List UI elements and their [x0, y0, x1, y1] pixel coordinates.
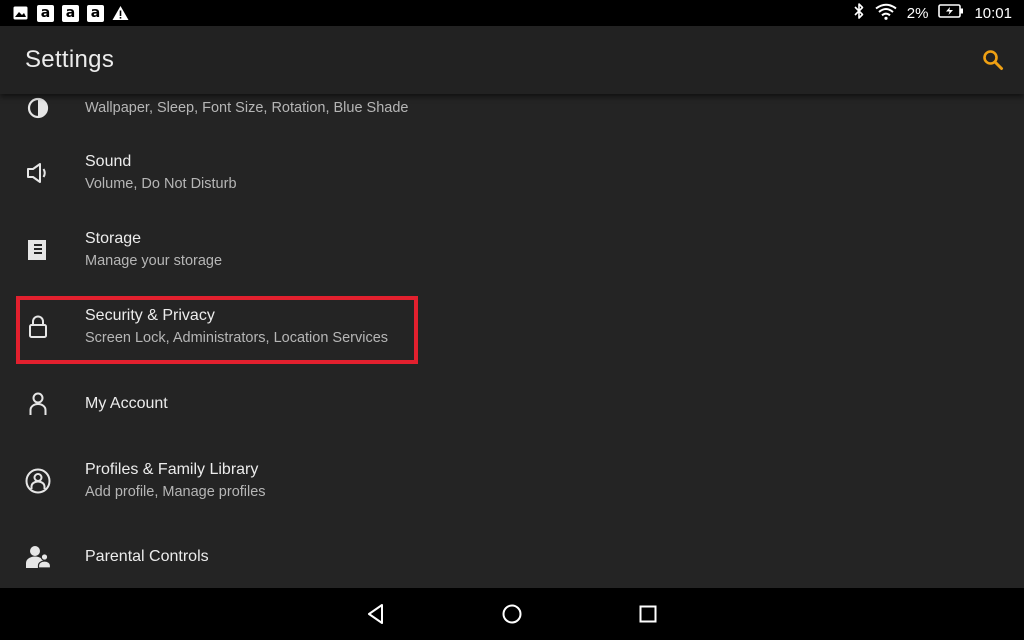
settings-item-title: Profiles & Family Library [85, 461, 259, 478]
settings-item-subtitle: Add profile, Manage profiles [85, 484, 266, 500]
battery-percent: 2% [906, 4, 929, 22]
settings-item-title: Storage [85, 230, 142, 247]
system-status: 2% 10:01 [853, 2, 1012, 24]
settings-item-sound[interactable]: Sound Volume, Do Not Disturb [0, 135, 1024, 211]
page-title: Settings [25, 46, 115, 73]
home-button[interactable] [499, 601, 525, 627]
amazon-icon: a [62, 4, 79, 22]
app-bar: Settings [0, 26, 1024, 94]
settings-item-subtitle: Screen Lock, Administrators, Location Se… [85, 330, 389, 346]
status-bar: a a a 2% 10:01 [0, 0, 1024, 26]
amazon-icon: a [87, 4, 104, 22]
settings-item-subtitle: Wallpaper, Sleep, Font Size, Rotation, B… [85, 100, 409, 116]
settings-item-storage[interactable]: Storage Manage your storage [0, 212, 1024, 288]
warning-icon [112, 5, 129, 22]
bluetooth-icon [853, 2, 865, 24]
settings-item-subtitle: Manage your storage [85, 253, 223, 269]
settings-item-security-privacy[interactable]: Security & Privacy Screen Lock, Administ… [0, 289, 1024, 365]
recents-button[interactable] [635, 601, 661, 627]
profile-circle-icon [24, 467, 52, 495]
person-icon [24, 390, 52, 418]
image-icon [12, 5, 29, 22]
display-icon [24, 94, 52, 122]
speaker-icon [24, 159, 52, 187]
settings-item-title: Parental Controls [85, 548, 209, 565]
storage-icon [24, 236, 52, 264]
settings-item-title: My Account [85, 395, 168, 412]
search-icon [983, 50, 1003, 70]
lock-icon [24, 313, 52, 341]
settings-item-parental-controls[interactable]: Parental Controls [0, 519, 1024, 588]
search-button[interactable] [978, 45, 1008, 75]
navigation-bar [0, 588, 1024, 640]
settings-item-my-account[interactable]: My Account [0, 366, 1024, 442]
settings-item-title: Sound [85, 153, 132, 170]
home-icon [502, 604, 522, 624]
settings-list: Wallpaper, Sleep, Font Size, Rotation, B… [0, 94, 1024, 588]
amazon-icon: a [37, 4, 54, 22]
recents-icon [639, 605, 657, 623]
back-button[interactable] [363, 601, 389, 627]
back-icon [368, 604, 383, 624]
wifi-icon [875, 3, 897, 24]
battery-charging-icon [938, 4, 964, 22]
parental-icon [24, 543, 52, 571]
settings-item-profiles-family-library[interactable]: Profiles & Family Library Add profile, M… [0, 443, 1024, 519]
notification-area: a a a [12, 4, 129, 22]
settings-item-subtitle: Volume, Do Not Disturb [85, 176, 237, 192]
settings-item-title: Security & Privacy [85, 307, 215, 324]
clock: 10:01 [974, 4, 1012, 22]
